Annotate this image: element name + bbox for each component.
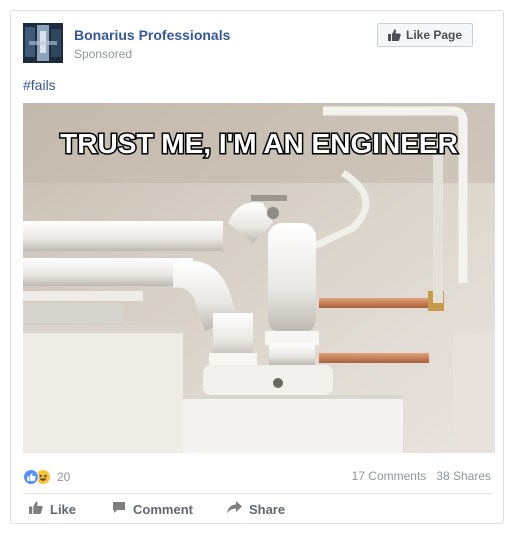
like-button[interactable]: Like	[29, 501, 76, 517]
like-label: Like	[50, 501, 77, 517]
page-avatar[interactable]	[23, 23, 63, 63]
share-button[interactable]: Share	[226, 501, 286, 517]
post-actions-bar: Like Comment Share	[23, 497, 493, 521]
thumbs-up-icon	[387, 29, 401, 41]
comment-icon	[112, 501, 126, 517]
post-photo[interactable]: TRUST ME, I'M AN ENGINEER	[23, 103, 495, 453]
like-page-button[interactable]: Like Page	[377, 23, 473, 47]
engagement-stats: 17 Comments 38 Shares	[352, 469, 491, 483]
like-page-label: Like Page	[405, 28, 463, 42]
page-name-link[interactable]: Bonarius Professionals	[74, 27, 230, 43]
sponsored-label[interactable]: Sponsored	[74, 47, 132, 61]
reaction-count: 20	[57, 470, 71, 484]
actions-divider	[23, 493, 493, 494]
share-arrow-icon	[226, 501, 242, 517]
comment-label: Comment	[133, 501, 193, 517]
post-hashtag[interactable]: #fails	[23, 77, 56, 93]
image-caption-text: TRUST ME, I'M AN ENGINEER	[60, 128, 458, 159]
sponsored-post-card: Bonarius Professionals Sponsored Like Pa…	[10, 10, 504, 524]
share-label: Share	[248, 501, 286, 517]
comment-button[interactable]: Comment	[112, 501, 193, 517]
like-reaction-icon	[23, 469, 39, 485]
reactions-summary[interactable]: 20	[23, 469, 70, 485]
shares-count-link[interactable]: 38 Shares	[436, 469, 491, 483]
comments-count-link[interactable]: 17 Comments	[352, 469, 427, 483]
thumbs-up-icon	[29, 501, 43, 517]
